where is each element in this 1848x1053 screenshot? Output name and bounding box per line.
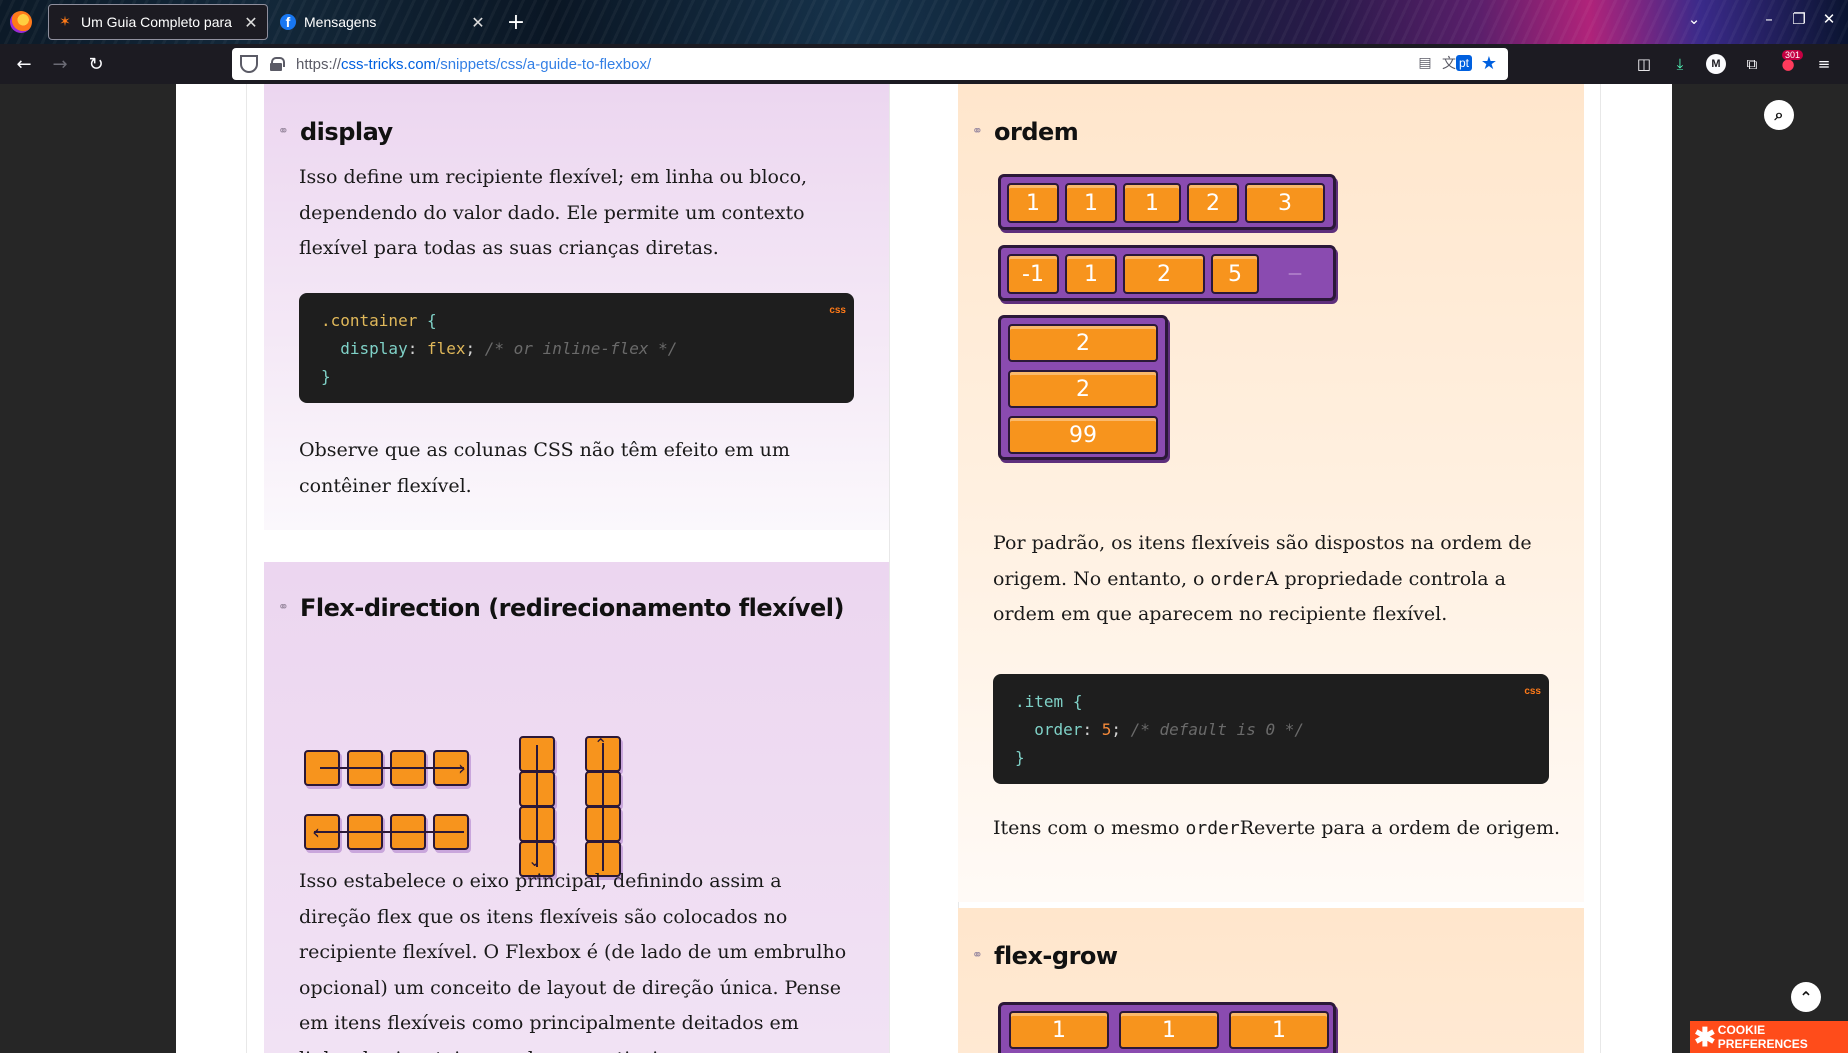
translate-icon[interactable]: 文 pt [1442,52,1473,74]
flex-item: -1 [1007,254,1059,294]
flex-direction-heading: ⚭ Flex-direction (redirecionamento flexí… [278,594,845,622]
code-selector: .item [1015,692,1064,711]
close-tab-icon[interactable]: ✕ [243,13,259,32]
tab-mensagens[interactable]: f Mensagens ✕ [272,4,494,40]
search-icon[interactable]: ⌕ [1764,100,1794,130]
order-row-2: -1 1 2 5 — [998,245,1336,301]
order-description: Por padrão, os itens flexíveis são dispo… [993,532,1532,625]
tab-title: Mensagens [304,14,377,30]
forward-arrow-icon[interactable]: → [48,52,72,76]
flex-item: 1 [1119,1011,1219,1049]
code-value: flex [426,339,466,358]
code-language-label: css [1524,686,1541,697]
order-note: Itens com o mesmo orderReverte para a or… [993,817,1561,839]
flex-direction-illustration: › ‹ ⌄ ⌃ [300,659,640,877]
close-tab-icon[interactable]: ✕ [470,13,486,32]
minimize-window-icon[interactable]: – [1758,10,1780,28]
order-row-1: 1 1 1 2 3 [998,174,1336,230]
reader-view-icon[interactable]: ▤ [1414,52,1436,74]
cookie-preferences-label: COOKIE PREFERENCES [1717,1023,1808,1051]
web-page: ⚭ display Isso define um recipiente flex… [0,84,1848,1053]
flex-item: 3 [1245,183,1325,223]
link-icon[interactable]: ⚭ [278,125,294,138]
firefox-logo-icon[interactable] [10,11,32,33]
flex-item: 1 [1065,254,1117,294]
flex-grow-heading: ⚭ flex-grow [972,942,1118,970]
notification-count-badge: 301 [1782,50,1804,60]
flex-item: 99 [1008,416,1158,454]
code-comment: /* default is 0 */ [1130,720,1304,739]
link-icon[interactable]: ⚭ [278,601,294,614]
flex-item: 5 [1211,254,1259,294]
tab-title: Um Guia Completo para [81,14,232,30]
code-comment: /* or inline-flex */ [484,339,678,358]
display-description: Isso define um recipiente flexível; em l… [299,166,808,259]
url-text[interactable]: https://css-tricks.com/snippets/css/a-gu… [296,56,651,73]
flex-item: 2 [1187,183,1239,223]
flex-item: 2 [1008,324,1158,362]
list-all-tabs-icon[interactable]: ⌄ [1683,10,1705,28]
flex-item-empty: — [1288,266,1302,282]
flex-direction-description: Isso estabelece o eixo principal, defini… [299,870,847,1053]
back-arrow-icon[interactable]: ← [12,52,36,76]
cookie-asterisk-icon: ✱ [1694,1022,1716,1052]
display-heading: ⚭ display [278,118,393,146]
display-note: Observe que as colunas CSS não têm efeit… [299,439,790,497]
css-tricks-star-icon: ✶ [59,14,71,30]
order-heading: ⚭ ordem [972,118,1079,146]
link-icon[interactable]: ⚭ [972,949,988,962]
flex-grow-row: 1 1 1 [998,1002,1336,1053]
column-border [1600,84,1601,1053]
flex-item: 1 [1007,183,1059,223]
flex-item: 2 [1123,254,1205,294]
navigation-toolbar: ← → ↻ https://css-tricks.com/snippets/cs… [0,44,1848,84]
app-menu-icon[interactable]: ≡ [1812,52,1836,76]
extensions-puzzle-icon[interactable]: ⧉ [1740,52,1764,76]
tab-bar: ✶ Um Guia Completo para ✕ f Mensagens ✕ … [0,0,1848,44]
flex-item: 1 [1009,1011,1109,1049]
order-code-block[interactable]: css .item { order: 5; /* default is 0 */… [993,674,1549,784]
downloads-icon[interactable]: ⤓ [1668,52,1692,76]
order-title: ordem [994,118,1079,146]
flex-item: 1 [1065,183,1117,223]
code-property: display [340,339,408,358]
restore-window-icon[interactable]: ❐ [1788,10,1810,28]
tracking-protection-shield-icon[interactable] [240,55,258,73]
code-value: 5 [1101,720,1112,739]
scroll-to-top-icon[interactable]: ⌃ [1791,982,1821,1012]
code-language-label: css [829,305,846,316]
tab-css-tricks[interactable]: ✶ Um Guia Completo para ✕ [48,4,268,40]
new-tab-button[interactable]: + [502,8,530,36]
column-border [246,84,247,1053]
flex-item: 1 [1123,183,1181,223]
flex-direction-title: Flex-direction (redirecionamento flexíve… [300,594,845,622]
display-title: display [300,118,393,146]
display-code-block[interactable]: css .container { display: flex; /* or in… [299,293,854,403]
lock-icon[interactable] [270,57,285,71]
flex-item: 1 [1229,1011,1329,1049]
code-selector: .container [321,311,418,330]
link-icon[interactable]: ⚭ [972,125,988,138]
address-bar[interactable]: https://css-tricks.com/snippets/css/a-gu… [232,48,1508,80]
order-column: 2 2 99 [998,315,1168,460]
bookmark-star-icon[interactable]: ★ [1478,52,1500,74]
flex-grow-title: flex-grow [994,942,1118,970]
close-window-icon[interactable]: ✕ [1818,10,1840,28]
cookie-preferences-button[interactable]: ✱ COOKIE PREFERENCES [1690,1021,1848,1053]
facebook-icon: f [280,14,296,30]
pocket-icon[interactable]: ◫ [1632,52,1656,76]
code-property: order [1034,720,1083,739]
column-border [889,84,890,1053]
account-avatar-icon[interactable]: M [1706,54,1726,74]
reload-icon[interactable]: ↻ [84,52,108,76]
translate-language-badge: pt [1456,55,1473,71]
flex-item: 2 [1008,370,1158,408]
